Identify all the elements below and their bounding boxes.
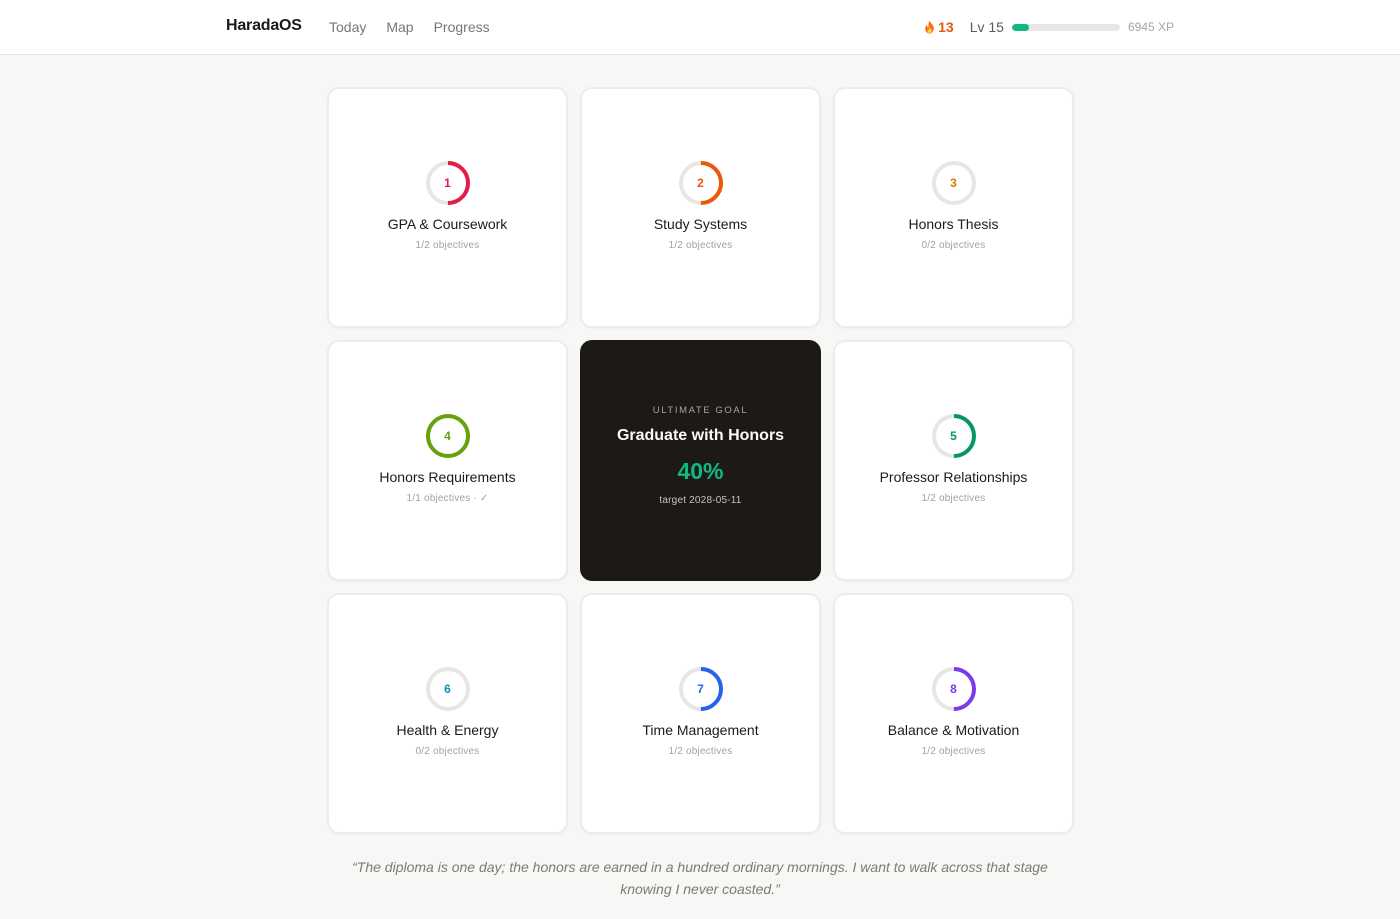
pillar-number: 6: [444, 682, 451, 696]
pillar-number: 4: [444, 429, 451, 443]
progress-ring: 3: [931, 160, 977, 206]
pillar-title: Professor Relationships: [879, 469, 1028, 485]
main-nav: Today Map Progress: [329, 19, 490, 35]
pillar-title: Honors Requirements: [379, 469, 516, 485]
streak-value: 13: [938, 19, 954, 35]
harada-grid: 1 GPA & Coursework 1/2 objectives 2 Study S…: [327, 87, 1074, 834]
streak-counter: 13: [923, 19, 954, 35]
progress-ring: 1: [425, 160, 471, 206]
goal-percent: 40%: [677, 458, 724, 484]
progress-ring: 7: [678, 666, 724, 712]
pillar-number: 2: [697, 176, 704, 190]
pillar-card[interactable]: 6 Health & Energy 0/2 objectives: [327, 593, 568, 834]
pillar-card[interactable]: 3 Honors Thesis 0/2 objectives: [833, 87, 1074, 328]
pillar-number: 3: [950, 176, 957, 190]
progress-ring: 5: [931, 413, 977, 459]
ultimate-goal-card[interactable]: ULTIMATE GOAL Graduate with Honors 40% t…: [580, 340, 821, 581]
xp-progress-bar: [1011, 23, 1120, 31]
pillar-card[interactable]: 7 Time Management 1/2 objectives: [580, 593, 821, 834]
pillar-card[interactable]: 1 GPA & Coursework 1/2 objectives: [327, 87, 568, 328]
pillar-objectives: 1/2 objectives: [668, 240, 733, 251]
pillar-objectives: 0/2 objectives: [921, 240, 986, 251]
pillar-objectives: 1/2 objectives: [668, 746, 733, 757]
progress-ring: 6: [425, 666, 471, 712]
pillar-title: Study Systems: [653, 216, 748, 232]
app-logo[interactable]: HaradaOS: [226, 17, 302, 35]
pillar-title: Time Management: [642, 722, 759, 738]
progress-ring: 4: [425, 413, 471, 459]
xp-progress-fill: [1011, 23, 1030, 31]
pillar-objectives: 1/2 objectives: [921, 746, 986, 757]
pillar-number: 8: [950, 682, 957, 696]
xp-label: 6945 XP: [1127, 20, 1174, 34]
user-stats: 13 Lv 15 6945 XP: [923, 18, 1174, 36]
top-bar: HaradaOS Today Map Progress 13 Lv 15 694…: [0, 0, 1400, 55]
nav-map[interactable]: Map: [386, 19, 413, 35]
pillar-objectives: 1/2 objectives: [921, 493, 986, 504]
pillar-number: 5: [950, 429, 957, 443]
motivation-quote: “The diploma is one day; the honors are …: [352, 859, 1048, 897]
pillar-card[interactable]: 8 Balance & Motivation 1/2 objectives: [833, 593, 1074, 834]
goal-eyebrow: ULTIMATE GOAL: [652, 405, 749, 416]
pillar-objectives: 1/1 objectives · ✓: [406, 493, 489, 504]
pillar-objectives: 0/2 objectives: [415, 746, 480, 757]
nav-today[interactable]: Today: [329, 19, 366, 35]
pillar-title: Health & Energy: [396, 722, 499, 738]
pillar-title: GPA & Coursework: [387, 216, 508, 232]
progress-ring: 2: [678, 160, 724, 206]
nav-progress[interactable]: Progress: [434, 19, 490, 35]
pillar-card[interactable]: 4 Honors Requirements 1/1 objectives · ✓: [327, 340, 568, 581]
goal-target-date: target 2028-05-11: [659, 495, 742, 506]
pillar-number: 7: [697, 682, 704, 696]
flame-icon: [925, 20, 934, 34]
level-label: Lv 15: [969, 19, 1004, 35]
pillar-card[interactable]: 5 Professor Relationships 1/2 objectives: [833, 340, 1074, 581]
pillar-title: Balance & Motivation: [887, 722, 1020, 738]
pillar-card[interactable]: 2 Study Systems 1/2 objectives: [580, 87, 821, 328]
progress-ring: 8: [931, 666, 977, 712]
pillar-objectives: 1/2 objectives: [415, 240, 480, 251]
goal-title: Graduate with Honors: [616, 427, 785, 444]
pillar-number: 1: [444, 176, 451, 190]
pillar-title: Honors Thesis: [908, 216, 999, 232]
